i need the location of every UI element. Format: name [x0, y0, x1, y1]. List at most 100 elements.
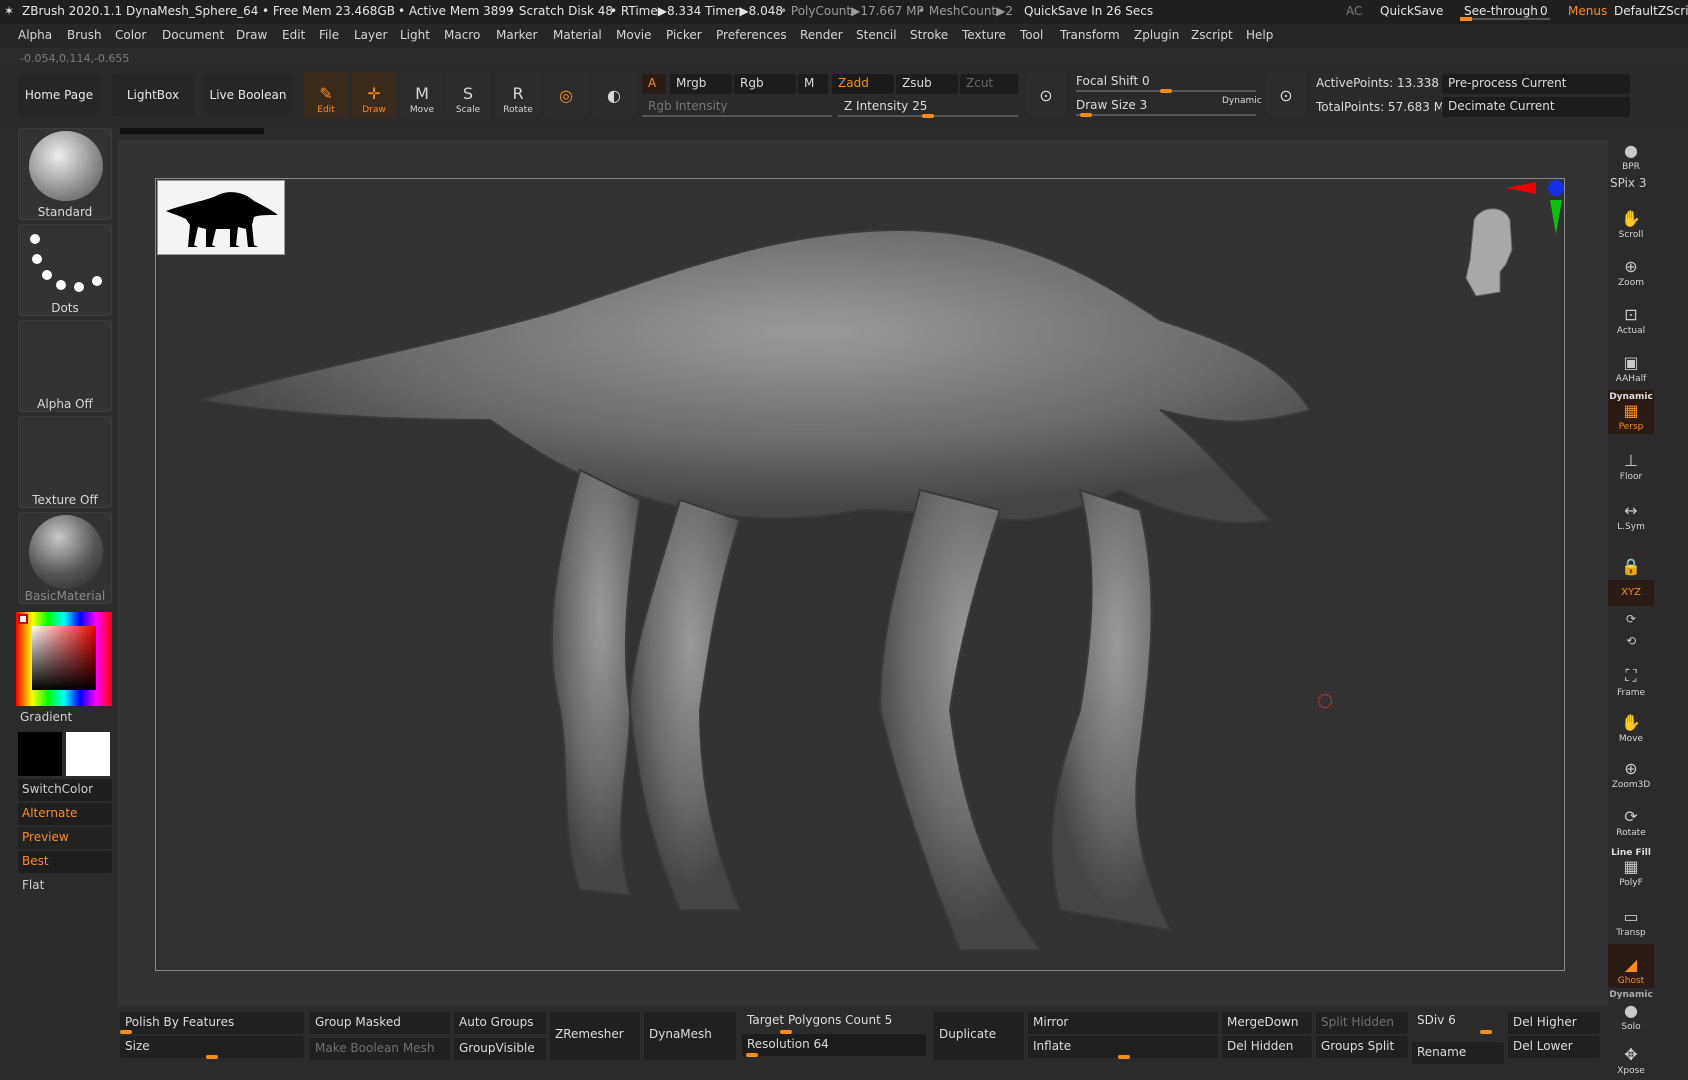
menu-material[interactable]: Material: [553, 28, 602, 42]
edit-mode-button[interactable]: ✎ Edit: [304, 72, 348, 118]
menus-toggle[interactable]: Menus: [1568, 4, 1607, 18]
z-intensity-knob[interactable]: [922, 114, 934, 118]
quicksave-button[interactable]: QuickSave: [1380, 4, 1443, 18]
menu-preferences[interactable]: Preferences: [716, 28, 787, 42]
merge-down-button[interactable]: MergeDown: [1222, 1012, 1312, 1034]
menu-alpha[interactable]: Alpha: [18, 28, 52, 42]
sdiv-slider[interactable]: SDiv 6: [1412, 1010, 1504, 1032]
mirror-button[interactable]: Mirror: [1028, 1012, 1218, 1034]
frame-button[interactable]: ⛶ Frame: [1608, 656, 1654, 700]
move-mode-button[interactable]: M Move: [400, 72, 444, 118]
gizmo-button[interactable]: ◎: [544, 72, 588, 118]
menu-macro[interactable]: Macro: [444, 28, 480, 42]
lightbox-button[interactable]: LightBox: [112, 74, 194, 116]
del-lower-button[interactable]: Del Lower: [1508, 1036, 1600, 1058]
spix-slider[interactable]: SPix 3: [1610, 176, 1646, 190]
xpose-button[interactable]: ✥ Xpose: [1608, 1034, 1654, 1078]
lazy-mouse-d-button[interactable]: ⊙: [1266, 74, 1306, 116]
seethrough-slider[interactable]: See-through: [1464, 4, 1538, 18]
menu-marker[interactable]: Marker: [496, 28, 537, 42]
zoom-button[interactable]: ⊕ Zoom: [1608, 246, 1654, 290]
floor-button[interactable]: ⊥ Floor: [1608, 440, 1654, 484]
rgb-toggle[interactable]: Rgb: [734, 74, 796, 94]
del-higher-button[interactable]: Del Higher: [1508, 1012, 1600, 1034]
main-color-swatch[interactable]: [66, 732, 110, 776]
make-boolean-mesh-button[interactable]: Make Boolean Mesh: [310, 1038, 450, 1060]
menu-file[interactable]: File: [319, 28, 339, 42]
draw-size-knob[interactable]: [1080, 113, 1092, 117]
zadd-toggle[interactable]: Zadd: [832, 74, 894, 94]
size-knob[interactable]: [206, 1055, 218, 1059]
scroll-button[interactable]: ✋ Scroll: [1608, 198, 1654, 242]
rotate-mode-button[interactable]: R Rotate: [496, 72, 540, 118]
menu-light[interactable]: Light: [400, 28, 430, 42]
xyz-button[interactable]: XYZ: [1608, 580, 1654, 606]
move-view-button[interactable]: ✋ Move: [1608, 702, 1654, 746]
resolution-knob[interactable]: [746, 1053, 758, 1057]
gradient-label[interactable]: Gradient: [20, 710, 72, 724]
split-hidden-button[interactable]: Split Hidden: [1316, 1012, 1408, 1034]
scale-mode-button[interactable]: S Scale: [446, 72, 490, 118]
ghost-button[interactable]: ◢ Ghost: [1608, 944, 1654, 988]
zcut-toggle[interactable]: Zcut: [960, 74, 1018, 94]
del-hidden-button[interactable]: Del Hidden: [1222, 1036, 1312, 1058]
polish-knob[interactable]: [120, 1030, 132, 1034]
dynamesh-button[interactable]: DynaMesh: [644, 1012, 736, 1060]
draw-mode-button[interactable]: ✛ Draw: [352, 72, 396, 118]
polyf-button[interactable]: Line Fill ▦ PolyF: [1608, 846, 1654, 890]
live-boolean-button[interactable]: Live Boolean: [204, 74, 292, 116]
polish-by-features-slider[interactable]: Polish By Features: [120, 1012, 304, 1034]
rename-button[interactable]: Rename: [1412, 1042, 1504, 1064]
target-polygons-slider[interactable]: Target Polygons Count 5: [742, 1010, 926, 1032]
menu-edit[interactable]: Edit: [282, 28, 305, 42]
menu-draw[interactable]: Draw: [236, 28, 267, 42]
transp-button[interactable]: ▭ Transp: [1608, 896, 1654, 940]
aahalf-button[interactable]: ▣ AAHalf: [1608, 342, 1654, 386]
inflate-knob[interactable]: [1118, 1055, 1130, 1059]
duplicate-button[interactable]: Duplicate: [934, 1012, 1024, 1060]
alpha-selector[interactable]: Alpha Off: [18, 320, 112, 412]
m-toggle[interactable]: M: [798, 74, 828, 94]
color-picker[interactable]: [16, 612, 112, 706]
a-toggle[interactable]: A: [642, 74, 666, 94]
menu-brush[interactable]: Brush: [67, 28, 102, 42]
menu-zscript[interactable]: Zscript: [1191, 28, 1233, 42]
sculpt-mesh[interactable]: [160, 190, 1440, 970]
groups-split-button[interactable]: Groups Split: [1316, 1036, 1408, 1058]
rotate-y-button[interactable]: ⟳: [1608, 606, 1654, 628]
texture-selector[interactable]: Texture Off: [18, 416, 112, 508]
preprocess-current-button[interactable]: Pre-process Current: [1442, 74, 1630, 94]
alternate-button[interactable]: Alternate: [18, 803, 112, 825]
decimate-current-button[interactable]: Decimate Current: [1442, 97, 1630, 117]
preview-button[interactable]: Preview: [18, 827, 112, 849]
switch-color-button[interactable]: SwitchColor: [18, 779, 112, 801]
material-selector[interactable]: BasicMaterial: [18, 512, 112, 604]
default-zscript[interactable]: DefaultZScript: [1614, 4, 1688, 18]
bpr-button[interactable]: ● BPR: [1608, 130, 1654, 174]
group-masked-button[interactable]: Group Masked: [310, 1012, 450, 1034]
auto-groups-button[interactable]: Auto Groups: [454, 1012, 546, 1034]
resolution-slider[interactable]: Resolution 64: [742, 1034, 926, 1056]
menu-tool[interactable]: Tool: [1020, 28, 1043, 42]
best-button[interactable]: Best: [18, 851, 112, 873]
rotate-view-button[interactable]: ⟳ Rotate: [1608, 796, 1654, 840]
solo-button[interactable]: Dynamic ● Solo: [1608, 990, 1654, 1034]
lock-button[interactable]: 🔒: [1608, 536, 1654, 580]
menu-stroke[interactable]: Stroke: [910, 28, 948, 42]
seethrough-knob[interactable]: [1460, 17, 1472, 21]
secondary-color-swatch[interactable]: [18, 732, 62, 776]
brush-selector[interactable]: Standard: [18, 128, 112, 220]
color-picker-square[interactable]: [32, 626, 96, 690]
menu-color[interactable]: Color: [115, 28, 146, 42]
polyframe-button[interactable]: ◐: [592, 72, 636, 118]
lsym-button[interactable]: ↔ L.Sym: [1608, 490, 1654, 534]
menu-texture[interactable]: Texture: [962, 28, 1006, 42]
menu-movie[interactable]: Movie: [616, 28, 652, 42]
menu-document[interactable]: Document: [162, 28, 224, 42]
zoom3d-button[interactable]: ⊕ Zoom3D: [1608, 748, 1654, 792]
actual-button[interactable]: ⊡ Actual: [1608, 294, 1654, 338]
menu-render[interactable]: Render: [800, 28, 843, 42]
dynamic-size-toggle[interactable]: Dynamic: [1222, 96, 1262, 106]
focal-shift-knob[interactable]: [1160, 89, 1172, 93]
persp-button[interactable]: Dynamic ▦ Persp: [1608, 390, 1654, 434]
